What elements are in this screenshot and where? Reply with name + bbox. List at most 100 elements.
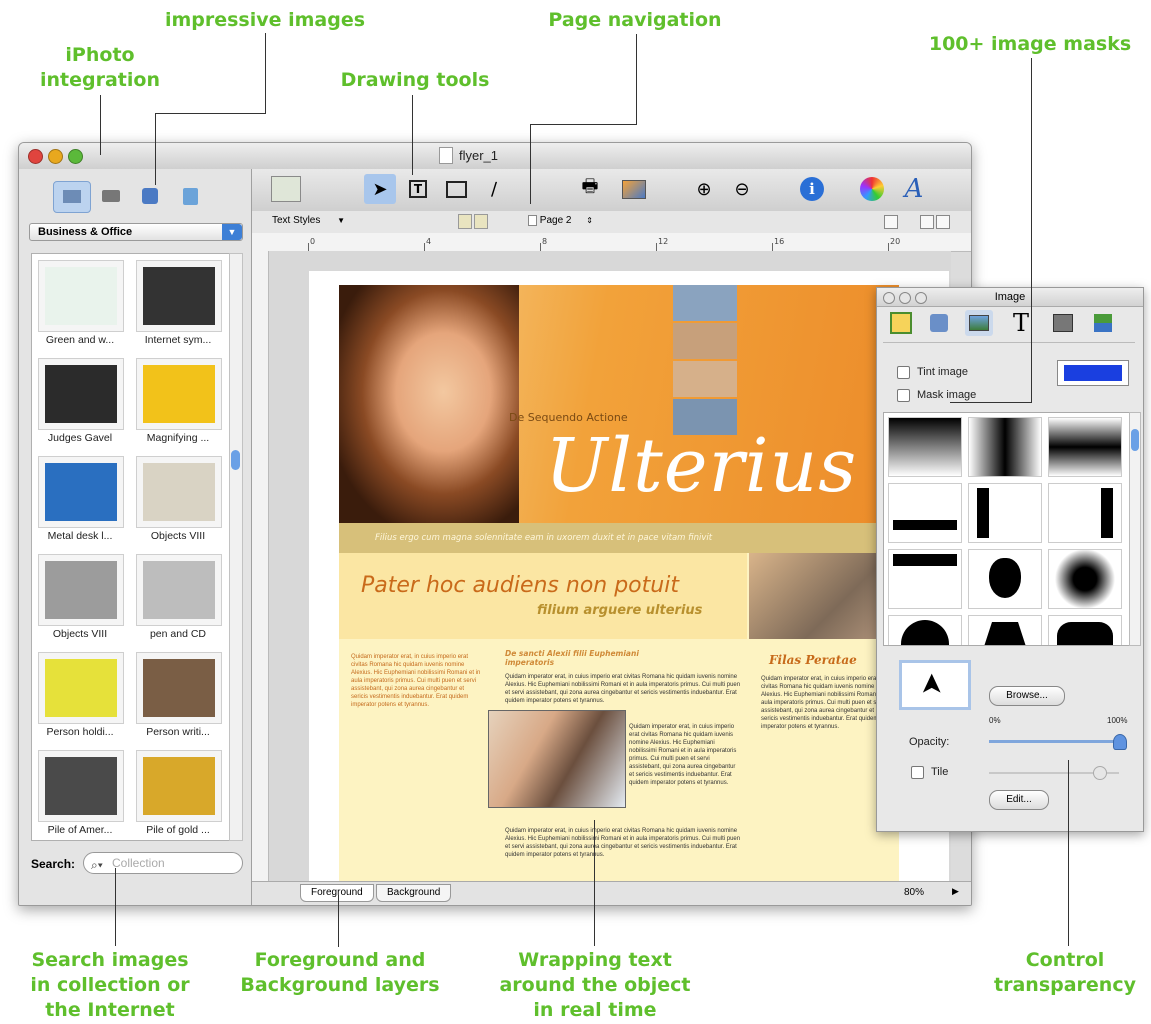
callout-wrapping-text: Wrapping text around the object in real ti… <box>499 949 691 1021</box>
mask-gallery-scrollbar[interactable] <box>1129 412 1141 646</box>
iphoto-source-button[interactable] <box>93 181 129 211</box>
mask-circle[interactable] <box>888 615 962 645</box>
scrollbar-thumb[interactable] <box>1131 429 1139 451</box>
tint-color-well[interactable] <box>1057 360 1129 386</box>
export-image-button[interactable] <box>618 174 650 204</box>
colors-button[interactable] <box>856 174 888 204</box>
text-tool-button[interactable]: T <box>402 174 434 204</box>
foreground-tab[interactable]: Foreground <box>300 884 374 902</box>
library-thumbnail <box>136 358 222 430</box>
image-well[interactable]: ➤ <box>899 660 971 710</box>
text-tab-icon: T <box>1012 309 1029 337</box>
folder-source-button[interactable] <box>173 181 209 211</box>
library-thumbnail <box>136 554 222 626</box>
vertical-ruler <box>252 251 269 881</box>
layout-button-1[interactable] <box>884 215 898 229</box>
tile-checkbox[interactable] <box>911 766 924 779</box>
image-grid: Green and w... Internet sym... Judges Gave… <box>31 253 231 841</box>
search-input[interactable]: ⌕▾ Collection <box>83 852 243 874</box>
previous-page-button[interactable] <box>458 214 472 229</box>
mask-left-bar[interactable] <box>968 483 1042 543</box>
layout-button-3[interactable] <box>936 215 950 229</box>
inspector-tab-graphic[interactable] <box>1049 310 1077 336</box>
layout-button-2[interactable] <box>920 215 934 229</box>
image-library-pane: Business & Office ▼ Green and w... Intern… <box>19 169 252 905</box>
library-source-button[interactable] <box>53 181 91 213</box>
library-item[interactable]: Magnifying ... <box>130 352 226 450</box>
mask-top-bar[interactable] <box>888 549 962 609</box>
leader-line <box>530 124 531 204</box>
library-item[interactable]: Pile of gold ... <box>130 744 226 840</box>
mask-vertical-band[interactable] <box>1048 417 1122 477</box>
zoom-panel-button[interactable] <box>915 292 927 304</box>
zoom-in-button[interactable]: ⊕ <box>688 174 720 204</box>
library-item[interactable]: Pile of Amer... <box>32 744 128 840</box>
mask-right-bar[interactable] <box>1048 483 1122 543</box>
library-item[interactable]: Judges Gavel <box>32 352 128 450</box>
mask-bottom-bar[interactable] <box>888 483 962 543</box>
library-item-label: Green and w... <box>45 334 115 346</box>
column-3-heading: Filas Peratae <box>769 653 857 667</box>
opacity-slider[interactable] <box>989 734 1127 750</box>
select-tool-button[interactable]: ➤ <box>364 174 396 204</box>
minimize-panel-button[interactable] <box>899 292 911 304</box>
inspector-tab-arrange[interactable] <box>925 310 953 336</box>
mask-vertical-gradient[interactable] <box>888 417 962 477</box>
rectangle-tool-button[interactable] <box>440 174 472 204</box>
print-button[interactable]: 🖶 <box>574 174 606 204</box>
fonts-button[interactable]: A <box>898 174 930 204</box>
mask-rounded[interactable] <box>1048 615 1122 645</box>
close-panel-button[interactable] <box>883 292 895 304</box>
library-item[interactable]: Internet sym... <box>130 254 226 352</box>
tint-image-checkbox[interactable] <box>897 366 910 379</box>
opacity-slider-knob[interactable] <box>1113 734 1127 750</box>
library-toggle-button[interactable] <box>266 174 306 204</box>
mask-trapezoid[interactable] <box>968 615 1042 645</box>
leader-line <box>100 95 101 155</box>
zoom-window-button[interactable] <box>68 149 83 164</box>
library-icon <box>271 176 301 202</box>
thumb-photo <box>673 361 737 397</box>
library-item-label: Judges Gavel <box>47 432 113 444</box>
internet-source-button[interactable] <box>133 181 169 211</box>
background-tab[interactable]: Background <box>376 884 452 902</box>
inspector-tab-metrics[interactable] <box>1089 310 1117 336</box>
library-thumbnail <box>38 750 124 822</box>
library-item[interactable]: Objects VIII <box>130 450 226 548</box>
library-item[interactable]: pen and CD <box>130 548 226 646</box>
mask-horizontal-band[interactable] <box>968 417 1042 477</box>
library-item[interactable]: Metal desk l... <box>32 450 128 548</box>
library-item[interactable]: Person writi... <box>130 646 226 744</box>
minimize-window-button[interactable] <box>48 149 63 164</box>
zoom-menu-icon[interactable]: ▶ <box>952 886 959 897</box>
image-inspector-panel: Image T Tint image Mask image ➤ Browse..… <box>876 287 1144 832</box>
zoom-level[interactable]: 80% <box>904 887 924 898</box>
inspector-tab-image[interactable] <box>965 310 993 336</box>
inspector-tab-document[interactable] <box>887 310 915 336</box>
library-thumbnail <box>136 652 222 724</box>
text-styles-select[interactable]: Text Styles ▼ <box>272 215 345 226</box>
mask-image-checkbox[interactable] <box>897 389 910 402</box>
image-tab-icon <box>969 315 989 331</box>
library-item[interactable]: Objects VIII <box>32 548 128 646</box>
zoom-out-button[interactable]: ⊖ <box>726 174 758 204</box>
text-styles-label: Text Styles <box>272 215 321 226</box>
info-button[interactable]: i <box>796 174 828 204</box>
scrollbar-thumb[interactable] <box>231 450 240 470</box>
wrapped-photo[interactable] <box>488 710 626 808</box>
next-page-button[interactable] <box>474 214 488 229</box>
library-item[interactable]: Person holdi... <box>32 646 128 744</box>
category-select[interactable]: Business & Office ▼ <box>29 223 243 241</box>
edit-button[interactable]: Edit... <box>989 790 1049 810</box>
page-select[interactable]: Page 2 ⇕ <box>528 215 593 226</box>
close-window-button[interactable] <box>28 149 43 164</box>
library-item[interactable]: Green and w... <box>32 254 128 352</box>
library-scrollbar[interactable] <box>229 253 243 841</box>
line-tool-button[interactable]: ∕ <box>478 174 510 204</box>
browse-button[interactable]: Browse... <box>989 686 1065 706</box>
leader-line <box>155 113 266 114</box>
tile-slider <box>989 766 1119 780</box>
apple-mask-icon[interactable] <box>968 549 1042 609</box>
mask-radial[interactable] <box>1048 549 1122 609</box>
document-tab-icon <box>890 312 912 334</box>
